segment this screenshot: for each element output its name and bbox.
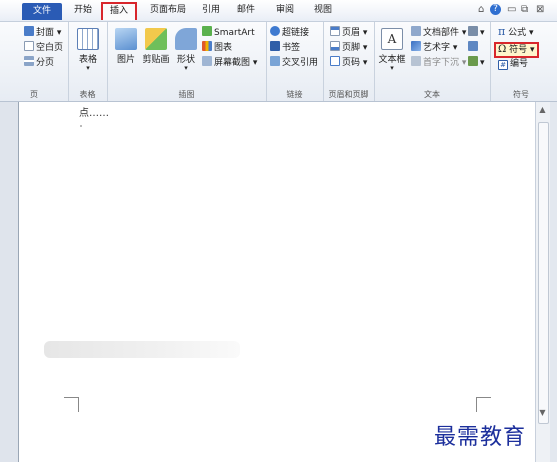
screenshot-button[interactable]: 屏幕截图 ▾ — [202, 56, 257, 68]
group-label-table: 表格 — [79, 90, 96, 99]
group-symbols: π 公式 ▾ # 编号 符号 — [490, 22, 552, 101]
ribbon-tab-bar: 文件 开始 插入 页面布局 引用 邮件 审阅 视图 ⌂ ? ▭ ⧉ ⊠ — [0, 0, 557, 21]
smartart-button[interactable]: SmartArt — [202, 26, 255, 38]
group-label-text: 文本 — [424, 90, 440, 99]
group-links: 超链接 书签 交叉引用 链接 — [266, 22, 324, 101]
document-text[interactable]: 点…… — [79, 104, 109, 119]
omega-icon: Ω — [498, 44, 507, 55]
numbering-button[interactable]: # 编号 — [498, 58, 528, 70]
page-break-icon — [24, 56, 34, 66]
group-label-symbols: 符号 — [513, 90, 529, 99]
textbox-button[interactable]: A 文本框 ▾ — [377, 28, 407, 72]
wordart-icon — [411, 41, 421, 51]
bookmark-icon — [270, 41, 280, 51]
tab-page-layout[interactable]: 页面布局 — [144, 2, 192, 19]
document-page[interactable] — [19, 102, 535, 462]
footer-icon — [330, 41, 340, 51]
table-button[interactable]: 表格 ▾ — [74, 28, 102, 72]
hyperlink-icon — [270, 26, 280, 36]
textbox-icon: A — [381, 28, 403, 50]
drop-cap-icon — [411, 56, 421, 66]
cross-reference-icon — [270, 56, 280, 66]
picture-button[interactable]: 图片 — [113, 28, 139, 65]
tab-view[interactable]: 视图 — [309, 2, 337, 19]
signature-line-icon[interactable]: ▾ — [468, 26, 485, 38]
page-break-button[interactable]: 分页 — [24, 56, 54, 68]
shapes-icon — [175, 28, 197, 50]
group-illustrations: 图片 剪贴画 形状 ▾ SmartArt 图表 屏幕截图 ▾ 插图 — [107, 22, 267, 101]
picture-icon — [115, 28, 137, 50]
smartart-icon — [202, 26, 212, 36]
group-label-links: 链接 — [286, 90, 303, 99]
clipart-icon — [145, 28, 167, 50]
page-corner-mark-left — [64, 397, 79, 412]
drop-cap-button[interactable]: 首字下沉 ▾ — [411, 56, 466, 68]
page-number-button[interactable]: 页码 ▾ — [330, 56, 367, 68]
date-time-icon[interactable] — [468, 41, 480, 53]
tab-file[interactable]: 文件 — [22, 3, 62, 20]
text-cursor-mark — [80, 125, 82, 127]
tab-mailings[interactable]: 邮件 — [232, 2, 260, 19]
group-table: 表格 ▾ 表格 — [68, 22, 108, 101]
header-button[interactable]: 页眉 ▾ — [330, 26, 367, 38]
blank-page-button[interactable]: 空白页 — [24, 41, 63, 53]
group-label-illustrations: 插图 — [178, 90, 195, 99]
document-left-margin — [0, 102, 18, 462]
footer-button[interactable]: 页脚 ▾ — [330, 41, 367, 53]
pi-icon: π — [498, 25, 506, 38]
table-icon — [77, 28, 99, 50]
scroll-up-icon[interactable]: ▲ — [538, 105, 547, 117]
restore-icon[interactable]: ⧉ — [521, 4, 528, 15]
quick-parts-icon — [411, 26, 421, 36]
minimize-icon[interactable]: ▭ — [507, 4, 516, 15]
tab-references[interactable]: 引用 — [199, 2, 223, 19]
chart-icon — [202, 41, 212, 51]
ribbon: 封面 ▾ 空白页 分页 页 表格 ▾ 表格 图片 剪贴画 形状 ▾ SmartA… — [0, 21, 557, 102]
wordart-button[interactable]: 艺术字 ▾ — [411, 41, 457, 53]
tab-review[interactable]: 审阅 — [271, 2, 299, 19]
cover-page-icon — [24, 26, 34, 36]
group-header-footer: 页眉 ▾ 页脚 ▾ 页码 ▾ 页眉和页脚 — [323, 22, 375, 101]
header-icon — [330, 26, 340, 36]
quick-parts-button[interactable]: 文档部件 ▾ — [411, 26, 466, 38]
group-text: A 文本框 ▾ 文档部件 ▾ 艺术字 ▾ 首字下沉 ▾ ▾ ▾ 文本 — [374, 22, 491, 101]
watermark-text: 最需教育 — [434, 425, 527, 450]
tab-insert[interactable]: 插入 — [101, 2, 137, 20]
shapes-button[interactable]: 形状 ▾ — [173, 28, 199, 72]
chart-button[interactable]: 图表 — [202, 41, 232, 53]
object-icon[interactable]: ▾ — [468, 56, 485, 68]
bookmark-button[interactable]: 书签 — [270, 41, 300, 53]
numbering-icon: # — [498, 60, 508, 70]
group-label-header-footer: 页眉和页脚 — [328, 90, 369, 99]
equation-button[interactable]: π 公式 ▾ — [498, 25, 534, 39]
blurred-text-line — [44, 341, 240, 358]
cover-page-button[interactable]: 封面 ▾ — [24, 26, 61, 38]
scrollbar-thumb[interactable] — [538, 122, 549, 424]
tab-home[interactable]: 开始 — [70, 2, 96, 19]
group-pages: 封面 ▾ 空白页 分页 页 — [0, 22, 69, 101]
help-icon[interactable]: ? — [490, 4, 501, 15]
page-corner-mark-right — [476, 397, 491, 412]
screenshot-icon — [202, 56, 212, 66]
symbol-button[interactable]: Ω 符号 ▾ — [494, 42, 539, 58]
scroll-down-icon[interactable]: ▼ — [538, 408, 547, 418]
cross-reference-button[interactable]: 交叉引用 — [270, 56, 318, 68]
page-number-icon — [330, 56, 340, 66]
ribbon-collapse-icon[interactable]: ⌂ — [478, 4, 484, 15]
clipart-button[interactable]: 剪贴画 — [141, 28, 171, 65]
group-label-pages: 页 — [30, 90, 38, 99]
close-icon[interactable]: ⊠ — [536, 4, 544, 15]
blank-page-icon — [24, 41, 34, 51]
hyperlink-button[interactable]: 超链接 — [270, 26, 309, 38]
window-right-edge — [550, 102, 557, 462]
